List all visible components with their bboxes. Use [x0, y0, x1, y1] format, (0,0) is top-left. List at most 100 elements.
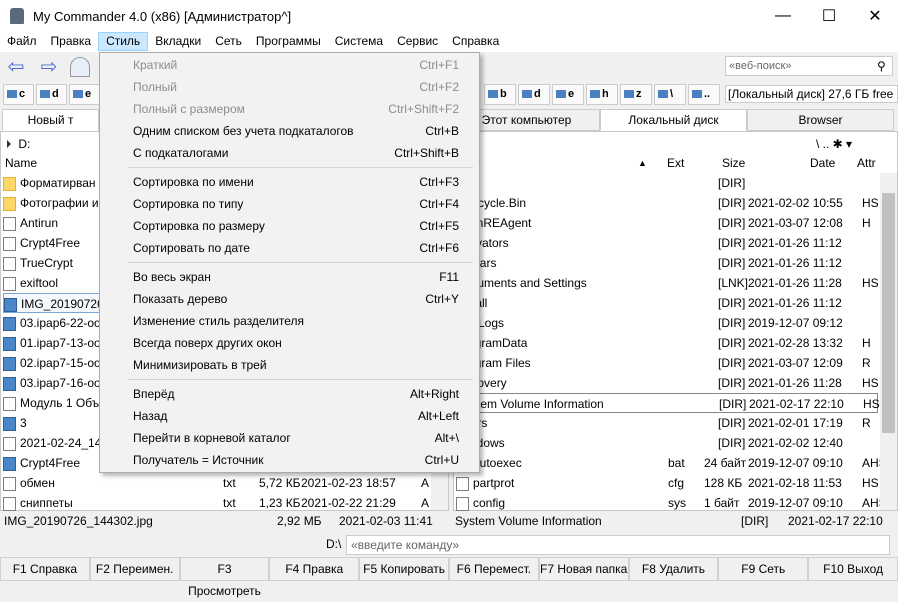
minimize-button[interactable]: —	[760, 0, 806, 32]
path-arrow-icon	[7, 140, 15, 148]
search-icon[interactable]: ⚲	[877, 59, 886, 73]
style-menu-item[interactable]: Всегда поверх других окон	[100, 332, 479, 354]
right-col-date[interactable]: Date	[810, 153, 835, 173]
right-file-row[interactable]: Install[DIR]2021-01-26 11:12	[456, 293, 878, 313]
right-file-row[interactable]: Documents and Settings [LNK] 2021-01-26 11…	[456, 273, 879, 293]
left-drive-1[interactable]: d	[36, 84, 67, 105]
left-drive-0[interactable]: c	[3, 84, 34, 105]
right-file-row[interactable]: Windows [DIR] 2021-02-02 12:40	[456, 433, 878, 453]
right-col-size[interactable]: Size	[722, 153, 745, 173]
file-icon	[3, 436, 16, 451]
fkey-7-button[interactable]: F7 Новая папка	[538, 557, 629, 581]
right-file-row[interactable]: config sys 1 байт 2019-12-07 09:10 AHS	[456, 493, 887, 513]
right-file-row[interactable]: Recovery [DIR] 2021-01-26 11:28 HS	[456, 373, 879, 393]
right-file-row[interactable]: $Recycle.Bin [DIR] 2021-02-02 10:55 HS	[456, 193, 879, 213]
left-file-row[interactable]: обмен txt 5,72 КБ 2021-02-23 18:57 A	[3, 473, 429, 493]
right-file-row[interactable]: System Volume Information [DIR] 2021-02-17…	[456, 393, 880, 413]
fkey-9-button[interactable]: F9 Сеть	[718, 557, 809, 581]
menu-item-6[interactable]: Система	[328, 32, 390, 51]
right-file-row[interactable]: PerfLogs [DIR] 2019-12-07 09:12	[456, 313, 878, 333]
right-drive-4[interactable]: z	[620, 84, 652, 105]
drive-icon	[658, 90, 668, 99]
tab-local-disk[interactable]: Локальный диск	[600, 109, 747, 131]
right-drive-5[interactable]: \	[654, 84, 686, 105]
drive-icon	[488, 90, 498, 99]
menu-item-7[interactable]: Сервис	[390, 32, 445, 51]
right-file-row[interactable]: partprot cfg 128 КБ 2021-02-18 11:53 HS	[456, 473, 879, 493]
right-file-row[interactable]: [DIR]	[456, 173, 878, 193]
style-menu-item[interactable]: Полный Ctrl+F2	[100, 76, 479, 98]
style-menu-item[interactable]: Назад Alt+Left	[100, 405, 479, 427]
fkey-10-button[interactable]: F10 Выход	[808, 557, 898, 581]
menu-item-4[interactable]: Сеть	[208, 32, 249, 51]
style-menu-item[interactable]: Сортировать по дате Ctrl+F6	[100, 237, 479, 259]
fkey-6-button[interactable]: F6 Перемест.	[448, 557, 539, 581]
right-drive-2[interactable]: e	[552, 84, 584, 105]
style-menu-item[interactable]: Одним списком без учета подкаталогов Ctrl…	[100, 120, 479, 142]
style-menu-item[interactable]: Минимизировать в трей	[100, 354, 479, 376]
right-file-row[interactable]: Program Files [DIR] 2021-03-07 12:09 R	[456, 353, 878, 373]
style-menu-item[interactable]: С подкаталогами Ctrl+Shift+B	[100, 142, 479, 164]
fkey-3-button[interactable]: F3 Просмотреть	[179, 557, 270, 598]
right-col-attr[interactable]: Attr	[857, 153, 876, 173]
right-drive-1[interactable]: d	[518, 84, 550, 105]
right-tab-row: Этот компьютер Локальный диск Browser	[453, 109, 898, 131]
maximize-button[interactable]: ☐	[806, 0, 852, 32]
folder-icon	[3, 196, 16, 211]
tab-browser[interactable]: Browser	[747, 109, 894, 131]
right-file-row[interactable]: $WinREAgent [DIR] 2021-03-07 12:08 H	[456, 213, 878, 233]
style-menu-item[interactable]: Краткий Ctrl+F1	[100, 54, 479, 76]
left-col-name[interactable]: Name	[5, 153, 37, 173]
file-icon	[456, 496, 469, 511]
right-file-row[interactable]: Users[DIR]2021-02-01 17:19R	[456, 413, 878, 433]
right-file-row[interactable]: ProgramData [DIR] 2021-02-28 13:32 H	[456, 333, 878, 353]
close-button[interactable]: ✕	[852, 0, 898, 32]
right-drive-bar: b d e h z \..	[481, 84, 725, 106]
right-file-row[interactable]: Avatars[DIR]2021-01-26 11:12	[456, 253, 878, 273]
left-file-row[interactable]: сниппеты txt 1,23 КБ 2021-02-22 21:29 A	[3, 493, 429, 513]
fkey-8-button[interactable]: F8 Удалить	[628, 557, 719, 581]
file-icon	[3, 396, 16, 411]
web-search-input[interactable]: «веб-поиск»	[725, 56, 893, 76]
style-menu-item[interactable]: Изменение стиль разделителя	[100, 310, 479, 332]
right-drive-0[interactable]: b	[484, 84, 516, 105]
menu-item-1[interactable]: Правка	[44, 32, 99, 51]
menu-item-0[interactable]: Файл	[0, 32, 44, 51]
left-tab-row: Новый т	[0, 109, 100, 131]
style-menu-item[interactable]: Вперёд Alt+Right	[100, 383, 479, 405]
style-menu-item[interactable]: Сортировка по типу Ctrl+F4	[100, 193, 479, 215]
fkey-2-button[interactable]: F2 Переимен.	[89, 557, 180, 581]
menu-item-8[interactable]: Справка	[445, 32, 506, 51]
fkey-5-button[interactable]: F5 Копировать	[359, 557, 449, 581]
right-col-ext[interactable]: Ext	[667, 153, 684, 173]
style-menu-item[interactable]: Сортировка по размеру Ctrl+F5	[100, 215, 479, 237]
style-menu-item[interactable]: Получатель = Источник Ctrl+U	[100, 449, 479, 471]
right-scroll-thumb[interactable]	[882, 193, 895, 433]
forward-arrow-icon[interactable]: ⇨	[38, 57, 60, 77]
file-icon	[3, 256, 16, 271]
right-file-row[interactable]: Activators [DIR] 2021-01-26 11:12	[456, 233, 878, 253]
fkey-4-button[interactable]: F4 Правка	[269, 557, 360, 581]
menu-bar: Файл Правка Стиль Вкладки Сеть Программы Систе…	[0, 32, 898, 52]
back-arrow-icon[interactable]: ⇦	[5, 57, 27, 77]
drive-icon	[40, 90, 50, 99]
style-menu-item[interactable]: Перейти в корневой каталог Alt+\	[100, 427, 479, 449]
right-file-row[interactable]: autoexec bat 24 байт 2019-12-07 09:10 AHS	[456, 453, 887, 473]
menu-separator	[128, 379, 473, 380]
fkey-1-button[interactable]: F1 Справка	[0, 557, 90, 581]
menu-item-5[interactable]: Программы	[249, 32, 328, 51]
command-input[interactable]: «введите команду»	[346, 535, 890, 555]
style-menu-item[interactable]: Во весь экран F11	[100, 266, 479, 288]
view-icon[interactable]	[70, 57, 90, 77]
style-menu-item[interactable]: Показать дерево Ctrl+Y	[100, 288, 479, 310]
right-drive-3[interactable]: h	[586, 84, 618, 105]
style-menu-item[interactable]: Полный с размером Ctrl+Shift+F2	[100, 98, 479, 120]
menu-item-3[interactable]: Вкладки	[148, 32, 208, 51]
right-drive-6[interactable]: ..	[688, 84, 720, 105]
menu-item-2[interactable]: Стиль	[98, 32, 149, 51]
right-scrollbar[interactable]	[880, 173, 897, 510]
path-toolbar-icons[interactable]: \ .. ✱ ▾	[816, 134, 852, 154]
left-drive-2[interactable]: e	[69, 84, 100, 105]
style-menu-item[interactable]: Сортировка по имени Ctrl+F3	[100, 171, 479, 193]
tab-new[interactable]: Новый т	[2, 109, 99, 131]
